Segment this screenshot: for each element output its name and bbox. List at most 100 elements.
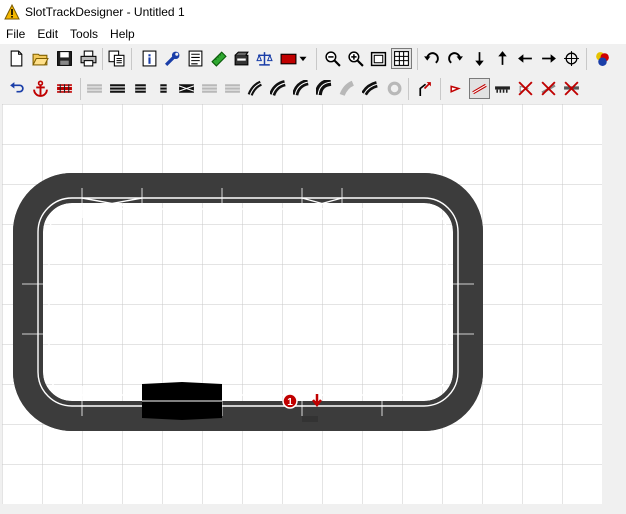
straight-long-disabled-2-icon (225, 84, 240, 93)
slope-button[interactable] (469, 78, 490, 99)
straight-track-disabled-icon (87, 84, 102, 93)
undo-icon (10, 82, 24, 93)
print-icon (80, 50, 97, 67)
car-button[interactable] (446, 78, 467, 99)
window-title: SlotTrackDesigner - Untitled 1 (25, 5, 185, 19)
title-bar: SlotTrackDesigner - Untitled 1 (0, 0, 626, 24)
straight-track-icon (110, 84, 125, 93)
zoom-fit-button[interactable] (368, 48, 389, 69)
open-folder-icon (32, 53, 49, 66)
barrier-button[interactable] (492, 78, 513, 99)
center-target-icon (564, 51, 579, 66)
chevron-down-icon (299, 56, 307, 62)
delete-slope-button[interactable] (538, 78, 559, 99)
curve-4-icon (316, 80, 332, 96)
tools-button[interactable] (162, 48, 183, 69)
delete-barrier-button[interactable] (561, 78, 582, 99)
straight-track-disabled-button (84, 78, 105, 99)
curve-3-button[interactable] (291, 78, 312, 99)
zoom-in-button[interactable] (345, 48, 366, 69)
toolbar-separator (316, 48, 317, 70)
grid-icon (394, 51, 409, 66)
straight-long-disabled-button (199, 78, 220, 99)
parts-list-icon (188, 50, 203, 67)
balance-button[interactable] (254, 48, 275, 69)
menu-edit[interactable]: Edit (31, 25, 64, 43)
design-canvas[interactable]: 1 (2, 104, 602, 504)
grid-toggle-button[interactable] (391, 48, 412, 69)
main-toolbar (0, 46, 626, 72)
start-position-marker[interactable]: 1 (282, 393, 298, 409)
junction-button[interactable] (414, 78, 435, 99)
print-button[interactable] (78, 48, 99, 69)
info-button[interactable] (139, 48, 160, 69)
curve-5-icon (362, 81, 378, 96)
start-marker-label: 1 (287, 397, 293, 408)
curve-disabled-2-button (383, 78, 404, 99)
curve-2-button[interactable] (268, 78, 289, 99)
copy-icon (108, 50, 125, 67)
arrow-down-icon (475, 52, 484, 66)
scenery-icon (234, 51, 249, 66)
crossover-track-button[interactable] (176, 78, 197, 99)
wrench-icon (164, 51, 180, 67)
rotate-left-icon (424, 52, 439, 64)
straight-track-button[interactable] (107, 78, 128, 99)
curve-5-button[interactable] (360, 78, 381, 99)
menu-tools[interactable]: Tools (64, 25, 104, 43)
delete-slope-icon (541, 81, 556, 96)
anchor-icon (33, 80, 48, 97)
track-color-icon (280, 53, 297, 65)
track-connect-button[interactable] (54, 78, 75, 99)
track-layout[interactable]: 1 (2, 104, 602, 504)
track-connector-tab (302, 416, 318, 422)
straight-half-track-icon (135, 84, 146, 93)
menu-help[interactable]: Help (104, 25, 141, 43)
color-dropdown-button[interactable] (296, 48, 310, 69)
menu-bar: File Edit Tools Help (0, 24, 626, 44)
move-left-button[interactable] (515, 48, 536, 69)
zoom-out-button[interactable] (322, 48, 343, 69)
move-right-button[interactable] (538, 48, 559, 69)
rotate-left-button[interactable] (421, 48, 442, 69)
copy-button[interactable] (106, 48, 127, 69)
anchor-button[interactable] (30, 78, 51, 99)
undo-button[interactable] (6, 78, 27, 99)
track-toolbar (0, 76, 626, 102)
toolbar-separator (408, 78, 409, 100)
zoom-fit-icon (370, 51, 387, 67)
toolbar-separator (80, 78, 81, 100)
rotate-right-button[interactable] (445, 48, 466, 69)
save-icon (57, 51, 72, 66)
arrow-up-icon (498, 51, 507, 65)
move-down-button[interactable] (469, 48, 490, 69)
slope-icon (472, 83, 487, 95)
new-document-icon (10, 50, 23, 67)
barrier-icon (495, 86, 510, 93)
straight-half-track-button[interactable] (130, 78, 151, 99)
menu-file[interactable]: File (0, 25, 31, 43)
curve-4-button[interactable] (314, 78, 335, 99)
straight-quarter-track-button[interactable] (153, 78, 174, 99)
toolbar-separator (440, 78, 441, 100)
info-icon (142, 50, 157, 67)
scenery-button[interactable] (231, 48, 252, 69)
delete-car-button[interactable] (515, 78, 536, 99)
open-button[interactable] (30, 48, 51, 69)
ruler-icon (211, 51, 227, 67)
center-button[interactable] (561, 48, 582, 69)
crossover-track-icon (178, 84, 195, 93)
parts-list-button[interactable] (185, 48, 206, 69)
new-document-button[interactable] (6, 48, 27, 69)
palette-button[interactable] (592, 48, 613, 69)
delete-car-icon (518, 81, 533, 96)
straight-long-disabled-2-button (222, 78, 243, 99)
measure-button[interactable] (208, 48, 229, 69)
curve-1-icon (247, 80, 262, 96)
curve-disabled-2-icon (387, 81, 402, 96)
curve-1-button[interactable] (245, 78, 266, 99)
save-button[interactable] (54, 48, 75, 69)
arrow-right-icon (542, 54, 556, 63)
toolbar-separator (102, 48, 103, 70)
move-up-button[interactable] (492, 48, 513, 69)
